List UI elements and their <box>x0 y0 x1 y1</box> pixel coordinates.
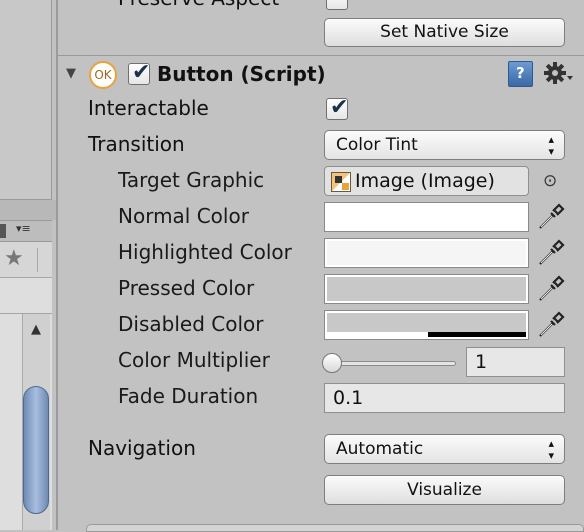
transition-dropdown[interactable]: Color Tint ▴ ▾ <box>324 130 565 160</box>
left-search-bar: ★ <box>0 242 52 278</box>
script-ok-icon: OK <box>89 61 117 89</box>
foldout-arrow-icon[interactable]: ▼ <box>66 66 76 81</box>
color-multiplier-slider-track[interactable] <box>330 361 456 366</box>
left-blank-row <box>0 278 52 314</box>
highlighted-color-label: Highlighted Color <box>118 240 292 264</box>
popup-arrows-icon: ▴ ▾ <box>548 133 554 158</box>
target-graphic-value: Image (Image) <box>355 170 495 192</box>
interactable-checkbox[interactable]: ✔ <box>326 95 349 120</box>
target-graphic-field[interactable]: Image (Image) <box>324 166 529 196</box>
disabled-color-swatch[interactable] <box>324 310 529 340</box>
navigation-label: Navigation <box>88 436 196 460</box>
navigation-dropdown[interactable]: Automatic ▴ ▾ <box>324 434 565 464</box>
pressed-color-swatch[interactable] <box>324 274 529 304</box>
object-picker-icon[interactable]: ⊙ <box>543 171 557 191</box>
checkmark-icon: ✔ <box>132 60 151 85</box>
navigation-value: Automatic <box>336 439 424 459</box>
component-title: Button (Script) <box>157 62 326 86</box>
tab-lock-icon[interactable] <box>0 224 6 238</box>
tab-menu-icon[interactable]: ▾≡ <box>16 222 31 235</box>
image-component-icon <box>331 172 351 192</box>
interactable-label: Interactable <box>88 96 209 120</box>
eyedropper-icon[interactable] <box>536 274 566 304</box>
normal-color-swatch[interactable] <box>324 202 529 232</box>
help-book-icon[interactable]: ? <box>508 61 533 87</box>
eyedropper-icon[interactable] <box>536 310 566 340</box>
fade-duration-input[interactable]: 0.1 <box>324 383 565 413</box>
transition-value: Color Tint <box>336 135 418 155</box>
scroll-up-arrow-icon[interactable]: ▲ <box>24 318 48 342</box>
color-multiplier-slider-thumb[interactable] <box>322 353 342 373</box>
checkmark-icon: ✔ <box>330 95 349 120</box>
left-panel-gap <box>0 200 58 220</box>
color-multiplier-input[interactable]: 1 <box>466 347 565 377</box>
eyedropper-icon[interactable] <box>536 202 566 232</box>
pressed-color-label: Pressed Color <box>118 276 255 300</box>
alpha-bar-white <box>327 332 428 337</box>
color-multiplier-label: Color Multiplier <box>118 348 270 372</box>
set-native-size-button[interactable]: Set Native Size <box>324 18 565 47</box>
preserve-aspect-label: Preserve Aspect <box>118 0 279 10</box>
component-enabled-checkbox[interactable]: ✔ <box>128 60 151 85</box>
left-panel-tabbar: ▾≡ <box>0 220 52 242</box>
eyedropper-icon[interactable] <box>536 238 566 268</box>
favorite-star-icon[interactable]: ★ <box>4 246 24 271</box>
gear-icon[interactable] <box>542 60 574 88</box>
left-panel-upper <box>0 0 52 200</box>
highlighted-color-swatch[interactable] <box>324 238 529 268</box>
visualize-button[interactable]: Visualize <box>324 475 565 505</box>
component-separator <box>58 55 584 56</box>
disabled-color-label: Disabled Color <box>118 312 264 336</box>
preserve-aspect-checkbox[interactable] <box>326 0 348 10</box>
help-glyph: ? <box>516 64 525 82</box>
transition-label: Transition <box>88 132 185 156</box>
alpha-bar-black <box>428 332 526 337</box>
next-component-edge <box>86 524 584 532</box>
fade-duration-label: Fade Duration <box>118 384 259 408</box>
normal-color-label: Normal Color <box>118 204 249 228</box>
popup-arrows-icon: ▴ ▾ <box>548 437 554 462</box>
target-graphic-label: Target Graphic <box>118 168 265 192</box>
vertical-scrollbar-thumb[interactable] <box>23 386 49 514</box>
star-bar-divider <box>37 248 38 272</box>
